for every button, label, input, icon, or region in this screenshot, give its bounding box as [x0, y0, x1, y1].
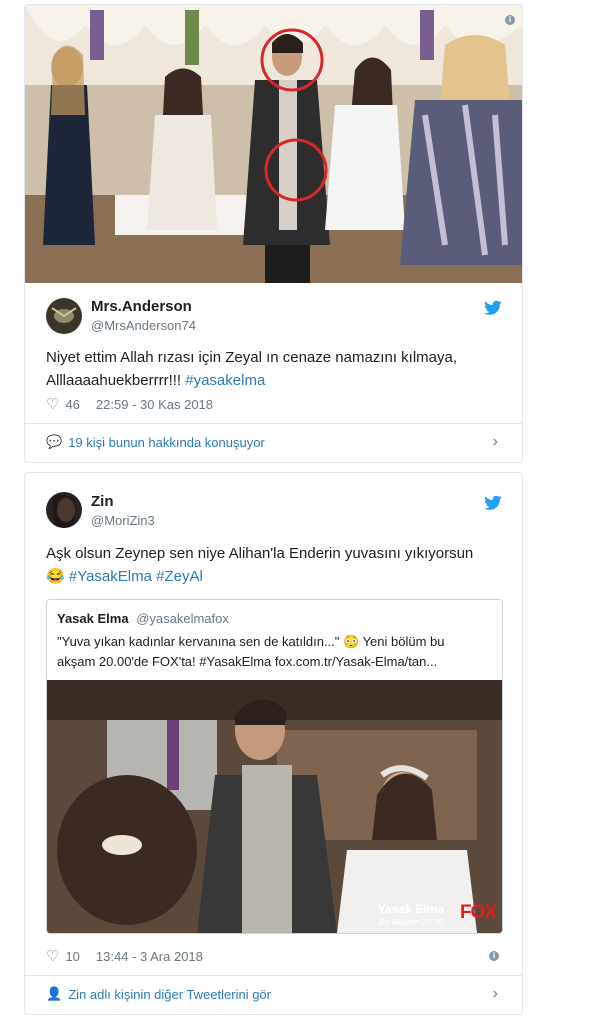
author-name[interactable]: Zin	[91, 493, 114, 510]
tweet-text-line1: Niyet ettim Allah rızası için Zeyal ın c…	[46, 349, 457, 366]
quoted-handle: @yasakelmafox	[136, 611, 229, 626]
avatar[interactable]	[46, 492, 82, 528]
author-handle[interactable]: @MoriZin3	[91, 513, 155, 528]
quoted-author: Yasak Elma @yasakelmafox	[57, 611, 229, 626]
tweet-text: Aşk olsun Zeynep sen niye Alihan'la Ende…	[46, 542, 516, 588]
tweet-text-line2: Alllaaaahuekberrrr!!!	[46, 372, 182, 389]
like-count[interactable]: 46	[65, 397, 79, 412]
info-icon[interactable]: i	[505, 15, 515, 25]
tweet-text-line1: Aşk olsun Zeynep sen niye Alihan'la Ende…	[46, 545, 474, 562]
hashtag-link[interactable]: #yasakelma	[185, 372, 265, 389]
tweet-meta: ♡ 46 22:59 - 30 Kas 2018	[46, 395, 213, 413]
like-count[interactable]: 10	[65, 949, 79, 964]
author-name[interactable]: Mrs.Anderson	[91, 298, 192, 315]
twitter-bird-icon[interactable]	[483, 300, 503, 316]
heart-icon[interactable]: ♡	[46, 947, 59, 965]
person-icon: 👤	[46, 986, 63, 1001]
quoted-tweet[interactable]: Yasak Elma @yasakelmafox "Yuva yıkan kad…	[46, 599, 503, 934]
more-tweets-label: Zin adlı kişinin diğer Tweetlerini gör	[68, 986, 271, 1002]
quoted-text-line2: akşam 20.00'de FOX'ta! #YasakElma fox.co…	[57, 654, 438, 669]
tweet-card-1: i Mrs.Anderson @MrsAnderson74 Niyet etti…	[24, 4, 523, 463]
author-handle[interactable]: @MrsAnderson74	[91, 318, 196, 333]
overlay-subtitle: Bu Akşam 20.00	[378, 917, 444, 927]
heart-icon[interactable]: ♡	[46, 395, 59, 413]
tweet-meta: ♡ 10 13:44 - 3 Ara 2018	[46, 947, 203, 965]
info-icon[interactable]: i	[489, 951, 499, 961]
speech-bubble-icon: 💬	[46, 434, 63, 449]
chevron-right-icon: ›	[492, 985, 498, 1002]
tweet-card-2: Zin @MoriZin3 Aşk olsun Zeynep sen niye …	[24, 472, 523, 1015]
twitter-bird-icon[interactable]	[483, 495, 503, 511]
chevron-right-icon: ›	[492, 433, 498, 450]
tweet-text: Niyet ettim Allah rızası için Zeyal ın c…	[46, 346, 506, 392]
timestamp[interactable]: 22:59 - 30 Kas 2018	[96, 397, 213, 412]
hashtag-links[interactable]: #YasakElma #ZeyAl	[69, 568, 203, 585]
conversation-label: 19 kişi bunun hakkında konuşuyor	[68, 434, 265, 450]
overlay-title: Yasak Elma	[377, 902, 444, 916]
quoted-text-line1: "Yuva yıkan kadınlar kervanına sen de ka…	[57, 634, 445, 649]
timestamp[interactable]: 13:44 - 3 Ara 2018	[96, 949, 203, 964]
quoted-photo[interactable]: Yasak Elma Bu Akşam 20.00 FOX	[47, 680, 502, 933]
fox-logo: FOX	[459, 902, 497, 923]
laughing-emoji: 😂	[46, 568, 65, 585]
tweet-photo-1[interactable]	[25, 5, 522, 283]
conversation-link[interactable]: 💬 19 kişi bunun hakkında konuşuyor ›	[25, 424, 522, 460]
more-tweets-link[interactable]: 👤 Zin adlı kişinin diğer Tweetlerini gör…	[25, 976, 522, 1012]
avatar[interactable]	[46, 298, 82, 334]
quoted-name: Yasak Elma	[57, 611, 129, 626]
